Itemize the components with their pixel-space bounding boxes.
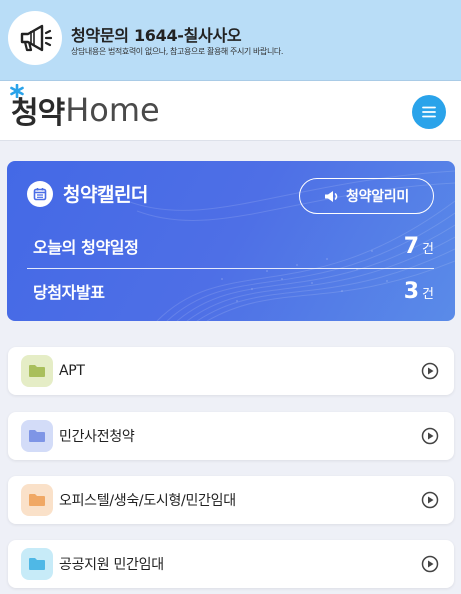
alarm-button-label: 청약알리미 bbox=[346, 189, 409, 205]
hamburger-icon bbox=[422, 106, 436, 118]
calendar-divider bbox=[27, 268, 434, 269]
winner-announcement-row[interactable]: 당첨자발표 3건 bbox=[27, 279, 434, 304]
calendar-icon bbox=[27, 180, 53, 207]
winner-announcement-label: 당첨자발표 bbox=[33, 283, 105, 302]
play-circle-icon[interactable] bbox=[421, 427, 439, 445]
category-label: 공공지원 민간임대 bbox=[59, 557, 164, 573]
category-label: 오피스텔/생숙/도시형/민간임대 bbox=[59, 493, 236, 509]
subscription-calendar-card: 청약캘린더 청약알리미 오늘의 청약일정 7건 당첨자발표 3건 bbox=[7, 161, 455, 321]
winner-announcement-count: 3 bbox=[403, 279, 420, 304]
folder-icon bbox=[21, 420, 53, 452]
notice-title: 청약문의 1644-칠사사오 bbox=[71, 26, 242, 45]
play-circle-icon[interactable] bbox=[421, 362, 439, 380]
folder-icon bbox=[21, 548, 53, 580]
category-label: 민간사전청약 bbox=[59, 429, 135, 445]
notice-banner: 청약문의 1644-칠사사오 상담내용은 법적효력이 없으나, 참고용으로 활용… bbox=[0, 0, 461, 81]
category-item-public-private-rental[interactable]: 공공지원 민간임대 bbox=[8, 540, 454, 588]
today-schedule-count: 7 bbox=[403, 234, 420, 259]
logo-star-icon bbox=[10, 84, 24, 98]
megaphone-icon bbox=[8, 11, 62, 65]
category-item-private-pre-subscription[interactable]: 민간사전청약 bbox=[8, 412, 454, 460]
play-circle-icon[interactable] bbox=[421, 555, 439, 573]
calendar-header: 청약캘린더 bbox=[27, 180, 148, 207]
today-schedule-row[interactable]: 오늘의 청약일정 7건 bbox=[27, 234, 434, 259]
folder-icon bbox=[21, 484, 53, 516]
winner-announcement-unit: 건 bbox=[422, 287, 434, 302]
play-circle-icon[interactable] bbox=[421, 491, 439, 509]
category-item-apt[interactable]: APT bbox=[8, 347, 454, 395]
today-schedule-label: 오늘의 청약일정 bbox=[33, 238, 139, 257]
calendar-title: 청약캘린더 bbox=[63, 184, 148, 206]
subscription-alarm-button[interactable]: 청약알리미 bbox=[299, 178, 434, 214]
today-schedule-unit: 건 bbox=[422, 242, 434, 257]
site-header: 청약 Home bbox=[0, 81, 461, 141]
category-item-officetel[interactable]: 오피스텔/생숙/도시형/민간임대 bbox=[8, 476, 454, 524]
logo-english: Home bbox=[65, 91, 160, 129]
category-label: APT bbox=[59, 363, 85, 379]
notice-subtitle: 상담내용은 법적효력이 없으나, 참고용으로 활용해 주시기 바랍니다. bbox=[71, 47, 284, 56]
folder-icon bbox=[21, 355, 53, 387]
speaker-icon bbox=[325, 190, 338, 202]
hamburger-menu-button[interactable] bbox=[412, 95, 446, 129]
site-logo[interactable]: 청약 Home bbox=[10, 84, 160, 131]
